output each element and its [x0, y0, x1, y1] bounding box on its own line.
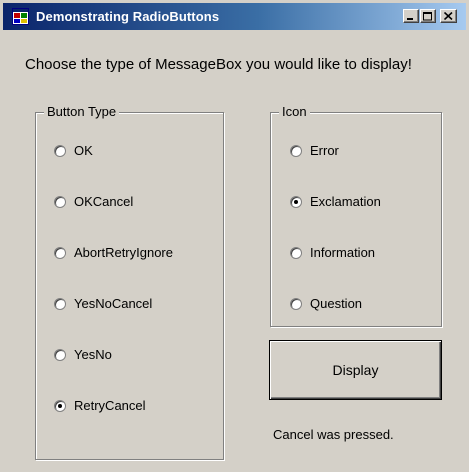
close-button[interactable]: [440, 9, 457, 23]
app-window: Demonstrating RadioButtons Choose the ty…: [0, 0, 469, 472]
instruction-label: Choose the type of MessageBox you would …: [25, 56, 412, 73]
maximize-button[interactable]: [420, 9, 436, 23]
close-icon: [444, 12, 453, 20]
radio-label: OK: [74, 143, 93, 158]
app-form-icon: [12, 8, 29, 25]
maximize-icon: [423, 11, 432, 20]
radio-label: YesNoCancel: [74, 296, 153, 311]
radio-dot-icon: [58, 403, 62, 408]
radio-exclamation[interactable]: Exclamation: [290, 194, 381, 209]
icon-legend: Icon: [279, 104, 310, 119]
radio-button-icon[interactable]: [54, 399, 66, 412]
radio-label: AbortRetryIgnore: [74, 245, 173, 260]
radio-label: Error: [310, 143, 339, 158]
radio-abortretryignore[interactable]: AbortRetryIgnore: [54, 245, 173, 260]
radio-button-icon[interactable]: [54, 348, 66, 361]
display-button[interactable]: Display: [269, 340, 442, 400]
radio-yesno[interactable]: YesNo: [54, 347, 112, 362]
radio-button-icon[interactable]: [54, 195, 66, 208]
status-label: Cancel was pressed.: [273, 427, 394, 442]
radio-button-icon[interactable]: [290, 246, 302, 259]
radio-label: RetryCancel: [74, 398, 146, 413]
radio-button-icon[interactable]: [54, 246, 66, 259]
radio-button-icon[interactable]: [290, 144, 302, 157]
radio-label: Question: [310, 296, 363, 311]
window-title: Demonstrating RadioButtons: [36, 9, 220, 24]
button-type-legend: Button Type: [44, 104, 120, 119]
radio-dot-icon: [294, 199, 298, 204]
minimize-icon: [407, 18, 413, 20]
title-bar[interactable]: Demonstrating RadioButtons: [3, 3, 466, 30]
radio-yesnocancel[interactable]: YesNoCancel: [54, 296, 152, 311]
radio-ok[interactable]: OK: [54, 143, 93, 158]
radio-button-icon[interactable]: [290, 297, 302, 310]
radio-label: YesNo: [74, 347, 112, 362]
radio-button-icon[interactable]: [290, 195, 302, 208]
radio-information[interactable]: Information: [290, 245, 375, 260]
radio-okcancel[interactable]: OKCancel: [54, 194, 133, 209]
minimize-button[interactable]: [403, 9, 419, 23]
radio-label: Exclamation: [310, 194, 381, 209]
radio-button-icon[interactable]: [54, 297, 66, 310]
radio-error[interactable]: Error: [290, 143, 339, 158]
radio-label: Information: [310, 245, 376, 260]
radio-retrycancel[interactable]: RetryCancel: [54, 398, 146, 413]
radio-label: OKCancel: [74, 194, 134, 209]
radio-question[interactable]: Question: [290, 296, 362, 311]
radio-button-icon[interactable]: [54, 144, 66, 157]
